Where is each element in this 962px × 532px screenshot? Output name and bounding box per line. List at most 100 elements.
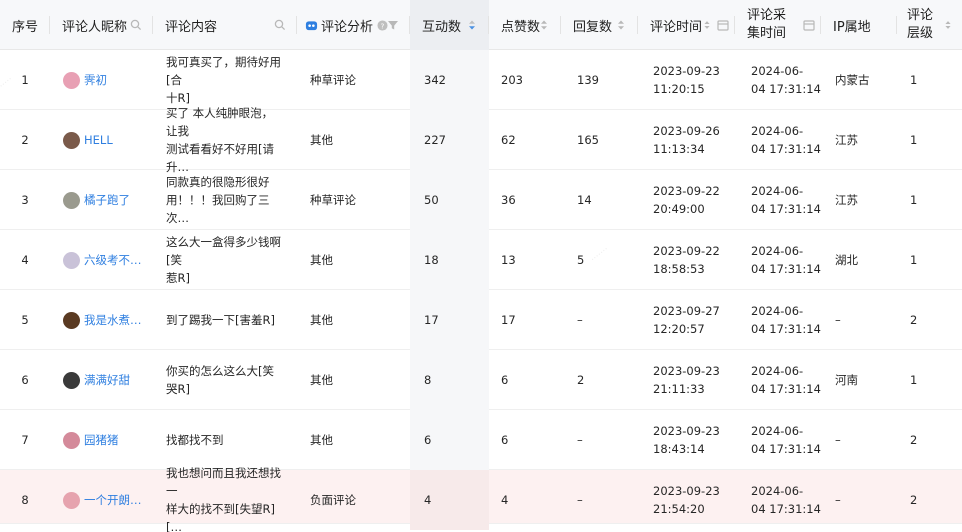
row-index: 1 bbox=[21, 73, 29, 87]
calendar-icon[interactable] bbox=[716, 18, 730, 32]
row-likes: 6 bbox=[501, 433, 509, 447]
row-ip: – bbox=[835, 313, 841, 327]
search-icon[interactable] bbox=[129, 18, 143, 32]
row-collect-time: 2024-06- 04 17:31:14 bbox=[751, 304, 821, 336]
row-user[interactable]: 园猪猪 bbox=[63, 410, 151, 470]
avatar[interactable] bbox=[63, 431, 80, 449]
avatar[interactable] bbox=[63, 371, 80, 389]
nickname-link[interactable]: 一个开朗… bbox=[84, 492, 142, 508]
row-comment-time: 2023-09-23 21:11:33 bbox=[653, 364, 720, 396]
table-row[interactable]: 5 我是水煮… 到了踢我一下[害羞R] 其他 17 17 – 2023-09-27 12:20:… bbox=[0, 290, 962, 350]
table-row[interactable]: 3 橘子跑了 同款真的很隐形很好 用！！！我回购了三次… 种草评论 50 36 14 2023-… bbox=[0, 170, 962, 230]
table-header: 序号 评论人昵称 评论内容 评论分析 ? 互动数 点赞数 回复数 评论时间 评论… bbox=[0, 0, 962, 50]
row-analysis: 其他 bbox=[310, 433, 333, 447]
col-interactions-header[interactable]: 互动数 bbox=[410, 0, 489, 50]
search-icon[interactable] bbox=[273, 18, 287, 32]
row-index: 4 bbox=[21, 253, 29, 267]
col-level-header[interactable]: 评论 层级 bbox=[897, 0, 962, 50]
table-row[interactable]: 6 满满好甜 你买的怎么这么大[笑哭R] 其他 8 6 2 2023-09-23 21:11:3… bbox=[0, 350, 962, 410]
row-ip: 湖北 bbox=[835, 253, 858, 267]
row-content: 同款真的很隐形很好 用！！！我回购了三次… bbox=[166, 175, 270, 225]
avatar[interactable] bbox=[63, 131, 80, 149]
row-replies: – bbox=[577, 433, 583, 447]
row-comment-time: 2023-09-22 18:58:53 bbox=[653, 244, 720, 276]
row-replies: – bbox=[577, 493, 583, 507]
row-user[interactable]: 满满好甜 bbox=[63, 350, 151, 410]
col-index-header: 序号 bbox=[0, 0, 50, 50]
filter-icon[interactable] bbox=[386, 18, 400, 32]
row-user[interactable]: 我是水煮… bbox=[63, 290, 151, 350]
table-row[interactable]: 1 霁初 我可真买了，期待好用[合 十R] 种草评论 342 203 139 2023-09-2… bbox=[0, 50, 962, 110]
row-index: 3 bbox=[21, 193, 29, 207]
row-ip: 江苏 bbox=[835, 133, 858, 147]
comments-table: 序号 评论人昵称 评论内容 评论分析 ? 互动数 点赞数 回复数 评论时间 评论… bbox=[0, 0, 962, 532]
row-collect-time: 2024-06- 04 17:31:14 bbox=[751, 484, 821, 516]
row-index: 6 bbox=[21, 373, 29, 387]
row-content: 这么大一盒得多少钱啊[笑 惹R] bbox=[166, 235, 281, 285]
robot-icon bbox=[305, 20, 318, 30]
table-row[interactable]: 2 HELL 买了 本人纯肿眼泡，让我 测试看看好不好用[请升… 其他 227 62 165 2… bbox=[0, 106, 962, 174]
avatar[interactable] bbox=[63, 251, 80, 269]
row-interactions: 18 bbox=[410, 230, 489, 290]
nickname-link[interactable]: 霁初 bbox=[84, 72, 107, 88]
row-collect-time: 2024-06- 04 17:31:14 bbox=[751, 184, 821, 216]
sort-icon[interactable] bbox=[465, 18, 479, 32]
row-user[interactable]: 一个开朗… bbox=[63, 470, 151, 530]
nickname-link[interactable]: HELL bbox=[84, 133, 113, 147]
row-user[interactable]: HELL bbox=[63, 110, 151, 170]
row-user[interactable]: 橘子跑了 bbox=[63, 170, 151, 230]
col-analysis-header[interactable]: 评论分析 ? bbox=[297, 0, 410, 50]
avatar[interactable] bbox=[63, 491, 80, 509]
nickname-link[interactable]: 六级考不… bbox=[84, 252, 142, 268]
avatar[interactable] bbox=[63, 311, 80, 329]
row-ip: 河南 bbox=[835, 373, 858, 387]
row-replies: – bbox=[577, 313, 583, 327]
col-content-header[interactable]: 评论内容 bbox=[153, 0, 297, 50]
row-index: 7 bbox=[21, 433, 29, 447]
nickname-link[interactable]: 我是水煮… bbox=[84, 312, 142, 328]
row-content: 我也想问而且我还想找一 样大的找不到[失望R][… bbox=[166, 466, 281, 532]
row-likes: 4 bbox=[501, 493, 509, 507]
row-level: 1 bbox=[910, 193, 918, 207]
row-interactions: 17 bbox=[410, 290, 489, 350]
row-collect-time: 2024-06- 04 17:31:14 bbox=[751, 424, 821, 456]
nickname-link[interactable]: 满满好甜 bbox=[84, 372, 130, 388]
col-collect-time-header[interactable]: 评论采 集时间 bbox=[735, 0, 821, 50]
row-ip: – bbox=[835, 493, 841, 507]
row-comment-time: 2023-09-23 21:54:20 bbox=[653, 484, 720, 516]
row-user[interactable]: 霁初 bbox=[63, 50, 151, 110]
row-replies: 165 bbox=[577, 133, 599, 147]
col-likes-header[interactable]: 点赞数 bbox=[489, 0, 561, 50]
row-comment-time: 2023-09-26 11:13:34 bbox=[653, 124, 720, 156]
col-replies-header[interactable]: 回复数 bbox=[561, 0, 638, 50]
row-comment-time: 2023-09-23 18:43:14 bbox=[653, 424, 720, 456]
row-user[interactable]: 六级考不… bbox=[63, 230, 151, 290]
avatar[interactable] bbox=[63, 71, 80, 89]
table-row[interactable]: 7 园猪猪 找都找不到 其他 6 6 – 2023-09-23 18:43:14 2024-06-… bbox=[0, 410, 962, 470]
sort-icon[interactable] bbox=[537, 18, 551, 32]
row-analysis: 其他 bbox=[310, 373, 333, 387]
nickname-link[interactable]: 园猪猪 bbox=[84, 432, 119, 448]
avatar[interactable] bbox=[63, 191, 80, 209]
row-likes: 62 bbox=[501, 133, 516, 147]
calendar-icon[interactable] bbox=[802, 18, 816, 32]
nickname-link[interactable]: 橘子跑了 bbox=[84, 192, 130, 208]
row-index: 5 bbox=[21, 313, 29, 327]
row-interactions: 4 bbox=[410, 470, 489, 530]
svg-text:?: ? bbox=[381, 21, 385, 30]
col-nickname-header[interactable]: 评论人昵称 bbox=[50, 0, 153, 50]
row-collect-time: 2024-06- 04 17:31:14 bbox=[751, 364, 821, 396]
row-interactions: 6 bbox=[410, 410, 489, 470]
col-ip-header: IP属地 bbox=[821, 0, 897, 50]
sort-icon[interactable] bbox=[701, 18, 713, 32]
sort-icon[interactable] bbox=[942, 18, 954, 32]
sort-icon[interactable] bbox=[614, 18, 628, 32]
row-content: 找都找不到 bbox=[166, 433, 224, 447]
row-index: 2 bbox=[21, 133, 29, 147]
col-comment-time-header[interactable]: 评论时间 bbox=[638, 0, 735, 50]
table-row[interactable]: 8 一个开朗… 我也想问而且我还想找一 样大的找不到[失望R][… 负面评论 4 4–202… bbox=[0, 466, 962, 532]
row-content: 买了 本人纯肿眼泡，让我 测试看看好不好用[请升… bbox=[166, 106, 274, 174]
row-replies: 14 bbox=[577, 193, 592, 207]
table-row[interactable]: 4 六级考不… 这么大一盒得多少钱啊[笑 惹R] 其他 18 13 5 2023-09-22 18… bbox=[0, 230, 962, 290]
row-level: 1 bbox=[910, 73, 918, 87]
